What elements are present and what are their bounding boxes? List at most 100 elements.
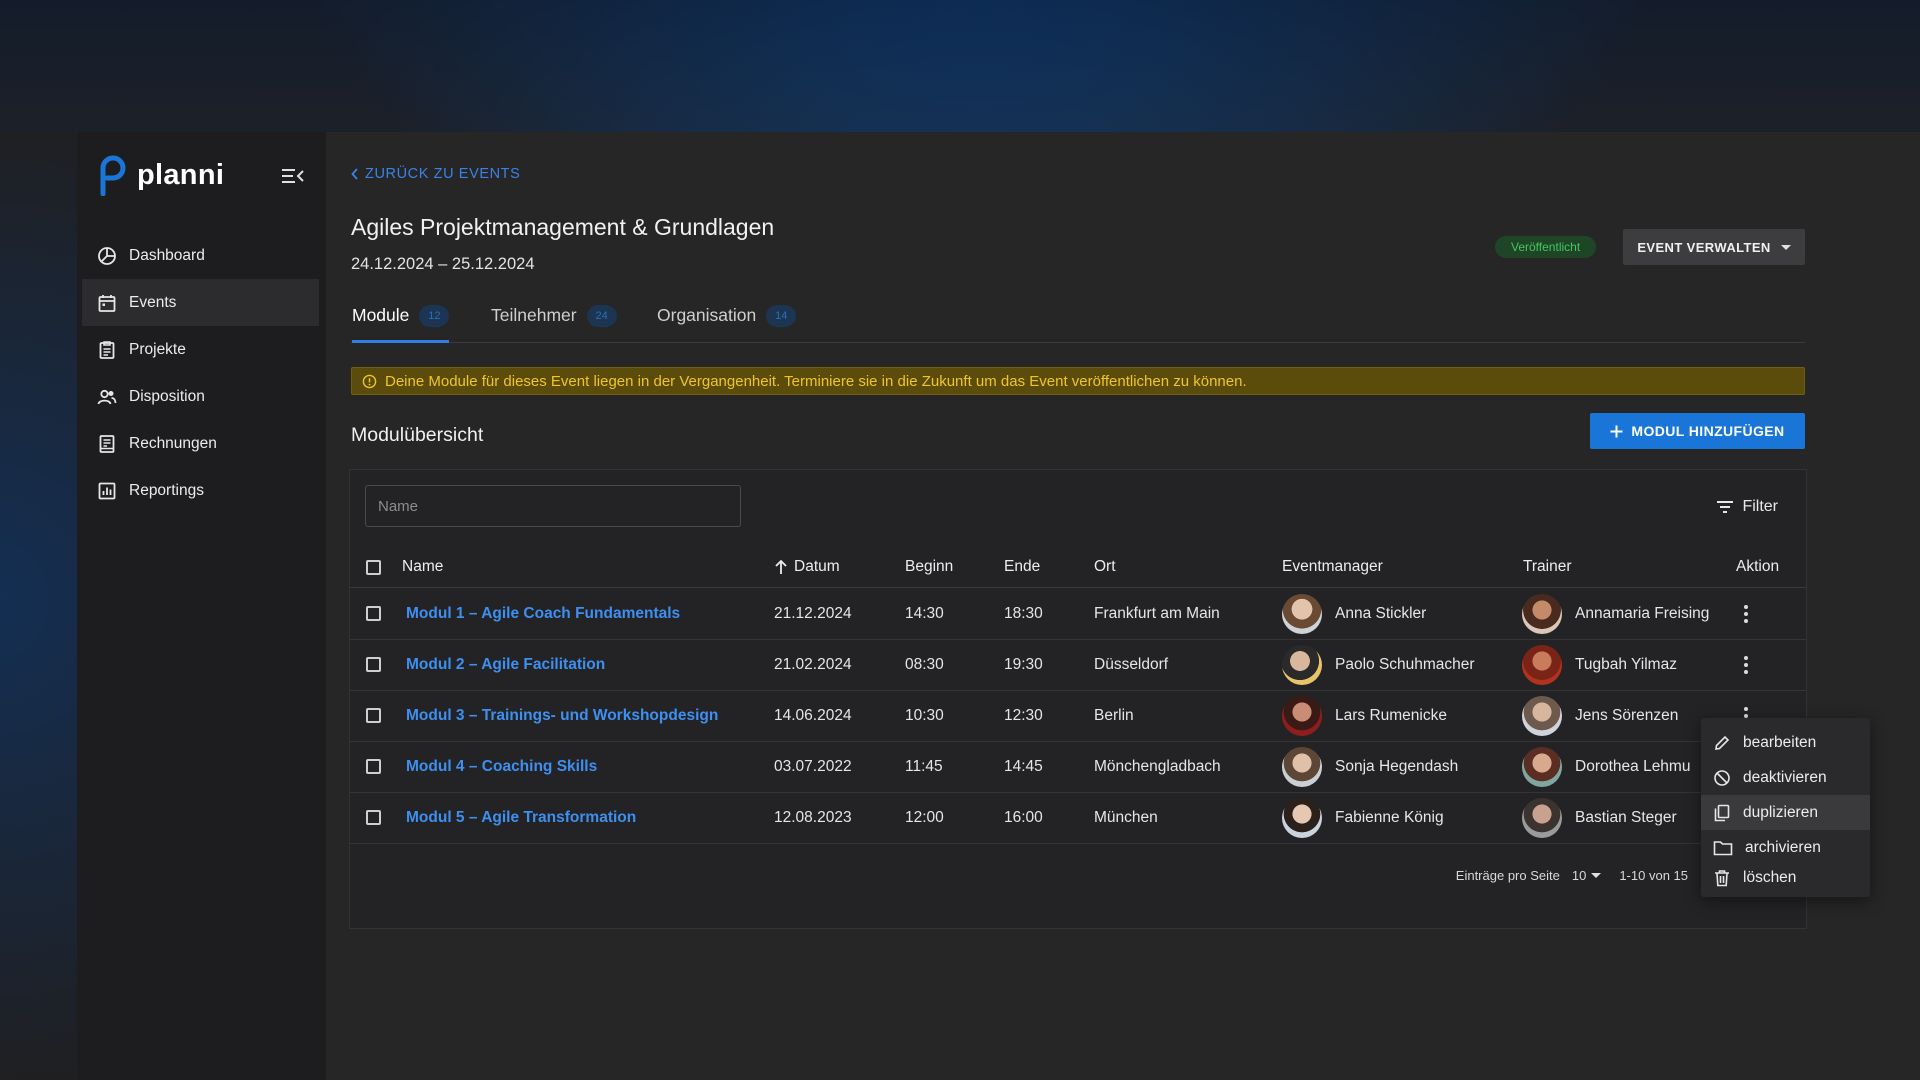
cell-beginn: 12:00 (905, 808, 944, 826)
module-name-link[interactable]: Modul 3 – Trainings- und Workshopdesign (406, 690, 718, 741)
menu-item-label: deaktivieren (1743, 768, 1827, 786)
menu-item-label: duplizieren (1743, 803, 1818, 821)
cell-datum: 03.07.2022 (774, 757, 852, 775)
cell-beginn: 14:30 (905, 604, 944, 622)
calendar-icon (98, 294, 116, 312)
column-header-eventmanager[interactable]: Eventmanager (1282, 547, 1383, 587)
cell-ende: 19:30 (1004, 655, 1043, 673)
menu-item-bearbeiten[interactable]: bearbeiten (1701, 725, 1870, 760)
back-link-label: ZURÜCK ZU EVENTS (365, 166, 521, 182)
eventmanager-name: Sonja Hegendash (1335, 757, 1459, 775)
event-manage-button[interactable]: EVENT VERWALTEN (1623, 229, 1805, 265)
sidebar-item-label: Dashboard (129, 246, 205, 264)
cell-datum: 14.06.2024 (774, 706, 852, 724)
sidebar-item-label: Disposition (129, 387, 205, 405)
sidebar-item-projekte[interactable]: Projekte (82, 326, 319, 373)
row-checkbox[interactable] (366, 657, 381, 672)
menu-item-deaktivieren[interactable]: deaktivieren (1701, 760, 1870, 795)
avatar (1282, 746, 1322, 787)
row-checkbox[interactable] (366, 708, 381, 723)
status-badge: Veröffentlicht (1495, 236, 1597, 258)
cell-ort: München (1094, 808, 1158, 826)
chart-icon (98, 482, 116, 499)
trainer-name: Jens Sörenzen (1575, 706, 1679, 724)
sidebar-item-label: Events (129, 293, 177, 311)
name-search-input[interactable] (365, 485, 741, 527)
filter-button[interactable]: Filter (1716, 498, 1778, 516)
cell-eventmanager: Sonja Hegendash (1282, 741, 1458, 792)
module-name-link[interactable]: Modul 4 – Coaching Skills (406, 741, 597, 792)
tab-count-badge: 14 (766, 305, 797, 327)
cell-trainer: Tugbah Yilmaz (1522, 639, 1677, 690)
eventmanager-name: Paolo Schuhmacher (1335, 655, 1475, 673)
cell-datum: 21.02.2024 (774, 655, 852, 673)
tab-teilnehmer[interactable]: Teilnehmer 24 (491, 305, 617, 342)
trainer-name: Bastian Steger (1575, 808, 1677, 826)
menu-item-loeschen[interactable]: löschen (1701, 860, 1870, 895)
table-row: Modul 3 – Trainings- und Workshopdesign … (350, 690, 1806, 742)
module-name-link[interactable]: Modul 2 – Agile Facilitation (406, 639, 605, 690)
row-checkbox[interactable] (366, 606, 381, 621)
cell-beginn: 08:30 (905, 655, 944, 673)
sidebar-item-events[interactable]: Events (82, 279, 319, 326)
cell-ende: 12:30 (1004, 706, 1043, 724)
column-header-name[interactable]: Name (402, 547, 443, 587)
section-title: Modulübersicht (351, 424, 484, 446)
tab-organisation[interactable]: Organisation 14 (657, 305, 797, 342)
tab-label: Organisation (657, 305, 757, 325)
pencil-icon (1715, 735, 1730, 750)
per-page-select[interactable]: 10 (1572, 868, 1602, 883)
per-page-label: Einträge pro Seite (1455, 868, 1560, 883)
cell-ort: Berlin (1094, 706, 1134, 724)
sidebar-item-reportings[interactable]: Reportings (82, 467, 319, 514)
menu-item-label: löschen (1743, 868, 1797, 886)
back-to-events-link[interactable]: ZURÜCK ZU EVENTS (351, 166, 520, 182)
select-all-checkbox[interactable] (366, 559, 381, 575)
cell-datum: 21.12.2024 (774, 604, 852, 622)
sidebar-item-rechnungen[interactable]: Rechnungen (82, 420, 319, 467)
cell-eventmanager: Fabienne König (1282, 792, 1444, 843)
cell-ende: 16:00 (1004, 808, 1043, 826)
add-module-button[interactable]: MODUL HINZUFÜGEN (1590, 413, 1805, 449)
avatar (1282, 593, 1322, 634)
module-name-link[interactable]: Modul 5 – Agile Transformation (406, 792, 636, 843)
background-header (0, 0, 1920, 132)
column-header-ort[interactable]: Ort (1094, 547, 1116, 587)
cell-trainer: Dorothea Lehmu (1522, 741, 1690, 792)
receipt-icon (99, 434, 115, 453)
warning-text: Deine Module für dieses Event liegen in … (385, 372, 1247, 390)
sidebar-item-disposition[interactable]: Disposition (82, 373, 319, 420)
table-row: Modul 1 – Agile Coach Fundamentals 21.12… (350, 588, 1806, 640)
tab-bar: Module 12 Teilnehmer 24 Organisation 14 (351, 305, 1805, 343)
sidebar-item-dashboard[interactable]: Dashboard (82, 232, 319, 279)
folder-icon (1713, 840, 1733, 855)
warning-info-icon (362, 374, 377, 388)
column-header-trainer[interactable]: Trainer (1523, 547, 1572, 587)
people-icon (97, 389, 117, 404)
table-row: Modul 4 – Coaching Skills 03.07.2022 11:… (350, 741, 1806, 793)
column-header-beginn[interactable]: Beginn (905, 547, 953, 587)
row-checkbox[interactable] (366, 810, 381, 825)
copy-icon (1714, 804, 1730, 821)
sidebar-item-label: Reportings (129, 481, 204, 499)
row-actions-kebab-icon[interactable] (1739, 604, 1753, 623)
trainer-name: Annamaria Freising (1575, 604, 1710, 622)
logo-text: planni (137, 158, 225, 191)
event-dates: 24.12.2024 – 25.12.2024 (351, 255, 535, 273)
tab-module[interactable]: Module 12 (352, 305, 450, 343)
sidebar-item-label: Rechnungen (129, 434, 217, 452)
row-actions-kebab-icon[interactable] (1739, 655, 1753, 674)
filter-icon (1717, 501, 1734, 513)
collapse-menu-icon[interactable] (280, 166, 306, 186)
avatar (1522, 797, 1562, 838)
column-header-datum[interactable]: Datum (774, 547, 840, 587)
sidebar-nav: Dashboard Events Projekte Disposition Re… (82, 232, 319, 514)
menu-item-duplizieren[interactable]: duplizieren (1701, 795, 1870, 830)
module-name-link[interactable]: Modul 1 – Agile Coach Fundamentals (406, 588, 680, 639)
row-checkbox[interactable] (366, 759, 381, 774)
column-header-ende[interactable]: Ende (1004, 547, 1040, 587)
tab-count-badge: 12 (419, 305, 450, 327)
sort-ascending-icon (775, 559, 787, 574)
pagination: Einträge pro Seite 10 1-10 von 15 (1456, 868, 1688, 883)
cell-eventmanager: Paolo Schuhmacher (1282, 639, 1475, 690)
